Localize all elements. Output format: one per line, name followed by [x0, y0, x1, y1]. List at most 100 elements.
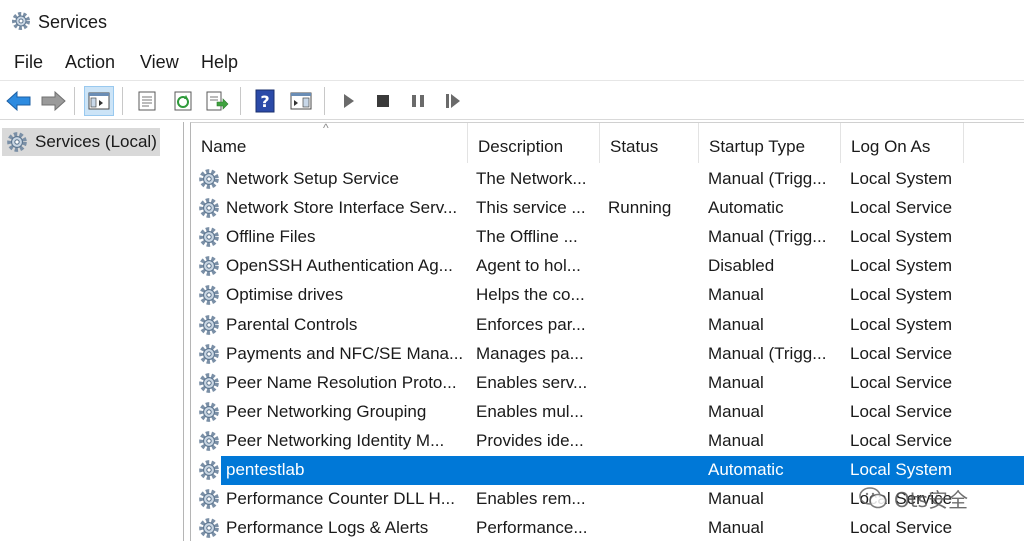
cell-startup-type: Manual	[708, 285, 764, 305]
back-arrow-icon[interactable]	[4, 86, 34, 116]
service-icon-wrap	[197, 400, 221, 429]
table-row[interactable]: OpenSSH Authentication Ag... Agent to hol…	[191, 252, 1024, 281]
column-header-name[interactable]: ^ Name	[191, 121, 468, 163]
cell-startup-type: Manual (Trigg...	[708, 227, 827, 247]
menu-view[interactable]: View	[140, 52, 179, 73]
service-icon-wrap	[197, 342, 221, 371]
forward-arrow-icon[interactable]	[38, 86, 68, 116]
tree-item-services-local[interactable]: Services (Local)	[2, 128, 160, 156]
action-pane-icon[interactable]	[286, 86, 316, 116]
cell-description: Enables mul...	[476, 401, 584, 421]
cell-startup-type: Automatic	[708, 198, 784, 218]
properties-icon[interactable]	[132, 86, 162, 116]
toolbar-separator	[324, 87, 325, 115]
export-list-icon[interactable]	[202, 86, 232, 116]
start-service-icon[interactable]	[334, 86, 364, 116]
table-row[interactable]: Optimise drives Helps the co... Manual Loca…	[191, 281, 1024, 310]
cell-description: Helps the co...	[476, 285, 585, 305]
table-row[interactable]: Network Setup Service The Network... Manua…	[191, 165, 1024, 194]
cell-description: Enables rem...	[476, 489, 586, 509]
column-header-startup-type[interactable]: Startup Type	[699, 123, 841, 163]
tree-item-label: Services (Local)	[35, 132, 157, 151]
cell-description: Provides ide...	[476, 430, 584, 450]
toolbar-separator	[240, 87, 241, 115]
menu-bar: File Action View Help	[0, 48, 1024, 78]
service-icon-wrap	[197, 196, 221, 225]
cell-startup-type: Manual (Trigg...	[708, 343, 827, 363]
table-row[interactable]: Peer Networking Identity M... Provides id…	[191, 427, 1024, 456]
menu-action[interactable]: Action	[65, 52, 115, 73]
cell-log-on-as: Local System	[850, 169, 953, 188]
cell-description: The Network...	[476, 169, 587, 188]
help-icon[interactable]: ?	[250, 86, 280, 116]
cell-name: Performance Counter DLL H...	[226, 489, 455, 509]
service-icon-wrap	[197, 371, 221, 400]
table-row[interactable]: Parental Controls Enforces par... Manual Lo…	[191, 311, 1024, 340]
service-gear-icon	[199, 372, 219, 393]
table-row[interactable]: Payments and NFC/SE Mana... Manages pa...…	[191, 340, 1024, 369]
services-gear-icon	[7, 132, 27, 152]
service-gear-icon	[199, 227, 219, 248]
service-gear-icon	[199, 343, 219, 364]
column-header-label: Startup Type	[709, 137, 806, 156]
column-header-log-on-as[interactable]: Log On As	[841, 123, 964, 163]
list-header: ^ Name Description Status Startup Type L…	[191, 121, 1024, 163]
column-header-status[interactable]: Status	[600, 123, 699, 163]
cell-name: pentestlab	[226, 460, 305, 479]
sort-ascending-icon: ^	[323, 121, 329, 135]
service-icon-wrap	[197, 458, 221, 487]
cell-log-on-as: Local System	[850, 314, 953, 334]
cell-startup-type: Manual	[708, 518, 764, 538]
cell-log-on-as: Local System	[850, 460, 953, 479]
cell-log-on-as: Local Service	[850, 343, 953, 363]
cell-name: Parental Controls	[226, 314, 358, 334]
wechat-logo-icon	[859, 487, 887, 509]
refresh-icon[interactable]	[168, 86, 198, 116]
toolbar: ?	[0, 80, 1024, 120]
column-header-label: Description	[478, 137, 564, 156]
menu-file[interactable]: File	[14, 52, 43, 73]
cell-name: Peer Networking Grouping	[226, 401, 427, 421]
cell-startup-type: Automatic	[708, 460, 784, 479]
toolbar-separator	[74, 87, 75, 115]
service-gear-icon	[199, 489, 219, 509]
cell-name: Performance Logs & Alerts	[226, 518, 429, 538]
toolbar-separator	[122, 87, 123, 115]
cell-description: Enforces par...	[476, 314, 586, 334]
service-gear-icon	[199, 169, 219, 189]
menu-help[interactable]: Help	[201, 52, 238, 73]
table-row[interactable]: Network Store Interface Serv... This serv…	[191, 194, 1024, 223]
cell-name: Payments and NFC/SE Mana...	[226, 343, 464, 363]
watermark-text: Ots安全	[894, 487, 969, 512]
table-row[interactable]: Performance Logs & Alerts Performance... M…	[191, 514, 1024, 541]
service-icon-wrap	[197, 313, 221, 342]
table-row[interactable]: Peer Networking Grouping Enables mul... Ma…	[191, 398, 1024, 427]
service-gear-icon	[199, 314, 219, 335]
service-icon-wrap	[197, 225, 221, 254]
table-row[interactable]: Offline Files The Offline ... Manual (Trig…	[191, 223, 1024, 252]
table-row[interactable]: Peer Name Resolution Proto... Enables ser…	[191, 369, 1024, 398]
cell-startup-type: Manual	[708, 430, 764, 450]
cell-name: Optimise drives	[226, 285, 344, 305]
service-gear-icon	[199, 285, 219, 306]
service-icon-wrap	[197, 254, 221, 283]
cell-name: Peer Networking Identity M...	[226, 430, 445, 450]
pause-service-icon[interactable]	[403, 86, 433, 116]
cell-log-on-as: Local Service	[850, 518, 953, 538]
service-icon-wrap	[197, 429, 221, 458]
cell-name: OpenSSH Authentication Ag...	[226, 256, 453, 276]
column-header-description[interactable]: Description	[468, 123, 600, 163]
cell-description: Agent to hol...	[476, 256, 581, 276]
service-gear-icon	[199, 431, 219, 451]
window-title: Services	[38, 12, 108, 32]
console-tree: Services (Local)	[0, 122, 184, 541]
cell-log-on-as: Local Service	[850, 401, 953, 421]
cell-description: The Offline ...	[476, 227, 578, 247]
show-hide-console-tree-icon[interactable]	[84, 86, 114, 116]
stop-service-icon[interactable]	[368, 86, 398, 116]
cell-startup-type: Manual	[708, 314, 764, 334]
cell-startup-type: Manual (Trigg...	[708, 169, 827, 188]
cell-name: Network Store Interface Serv...	[226, 198, 458, 218]
svg-text:?: ?	[260, 92, 269, 111]
restart-service-icon[interactable]	[438, 86, 468, 116]
